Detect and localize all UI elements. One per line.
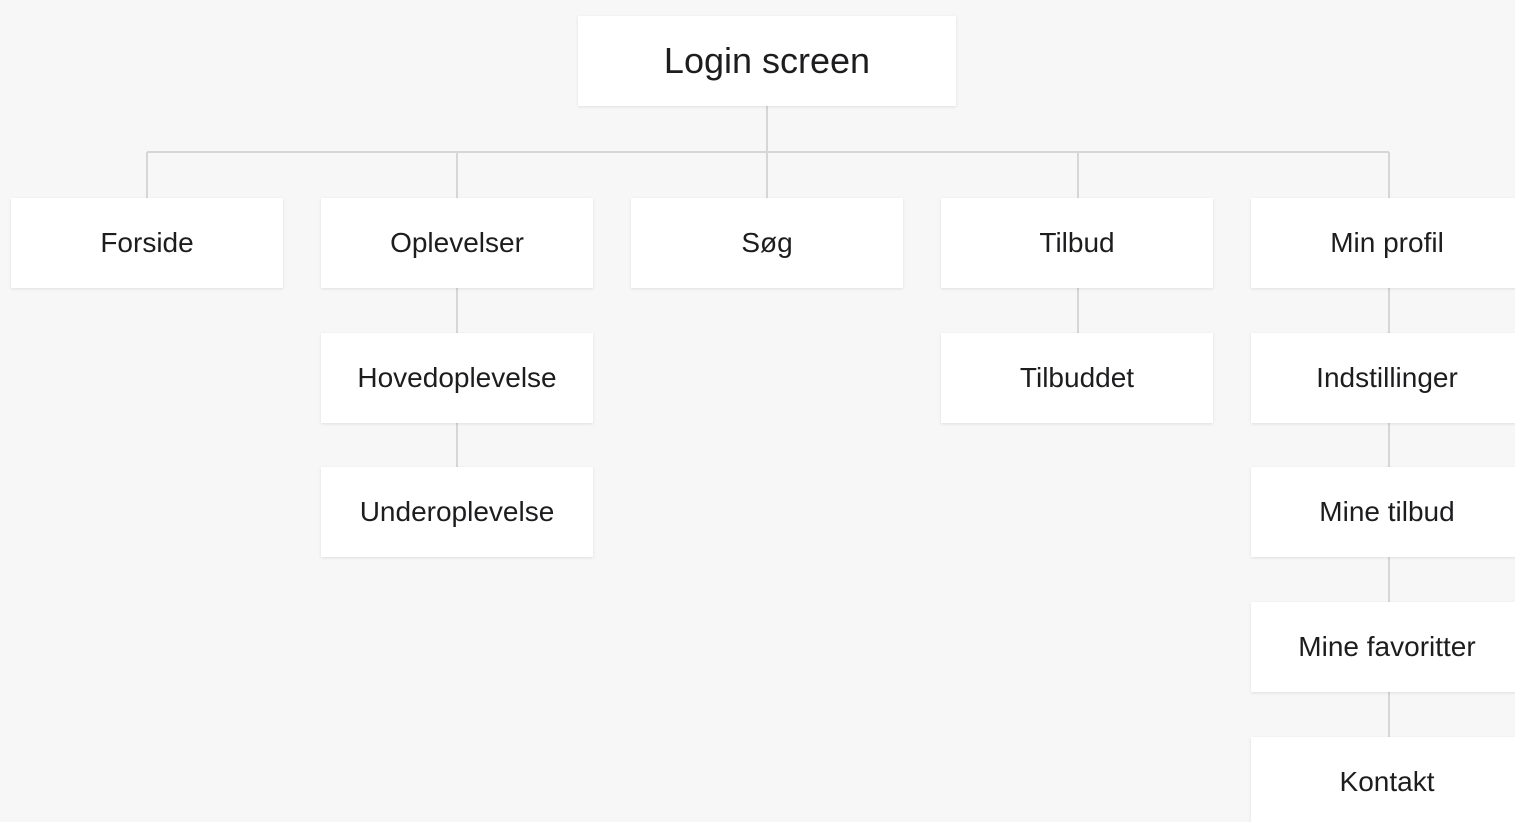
node-label: Login screen xyxy=(663,40,871,81)
node-label: Underoplevelse xyxy=(359,496,555,527)
node-hovedoplevelse: Hovedoplevelse xyxy=(321,333,593,423)
node-label: Oplevelser xyxy=(390,227,524,258)
node-mine-tilbud: Mine tilbud xyxy=(1251,467,1515,557)
node-underoplevelse: Underoplevelse xyxy=(321,467,593,557)
node-tilbuddet: Tilbuddet xyxy=(941,333,1213,423)
node-indstillinger: Indstillinger xyxy=(1251,333,1515,423)
node-forside: Forside xyxy=(11,198,283,288)
node-kontakt: Kontakt xyxy=(1251,737,1515,822)
node-oplevelser: Oplevelser xyxy=(321,198,593,288)
node-label: Kontakt xyxy=(1339,766,1435,797)
node-soeg: Søg xyxy=(631,198,903,288)
node-login-screen: Login screen xyxy=(578,16,956,106)
node-tilbud: Tilbud xyxy=(941,198,1213,288)
node-label: Søg xyxy=(741,227,793,258)
node-label: Tilbud xyxy=(1039,227,1115,258)
node-min-profil: Min profil xyxy=(1251,198,1515,288)
sitemap-canvas: Login screen Forside Oplevelser Søg Tilb… xyxy=(0,0,1515,822)
node-label: Min profil xyxy=(1330,227,1444,258)
node-label: Mine favoritter xyxy=(1298,631,1476,662)
node-label: Indstillinger xyxy=(1316,362,1458,393)
node-label: Tilbuddet xyxy=(1019,362,1135,393)
node-label: Hovedoplevelse xyxy=(357,362,557,393)
node-label: Forside xyxy=(100,227,194,258)
node-label: Mine tilbud xyxy=(1319,496,1455,527)
node-mine-favoritter: Mine favoritter xyxy=(1251,602,1515,692)
